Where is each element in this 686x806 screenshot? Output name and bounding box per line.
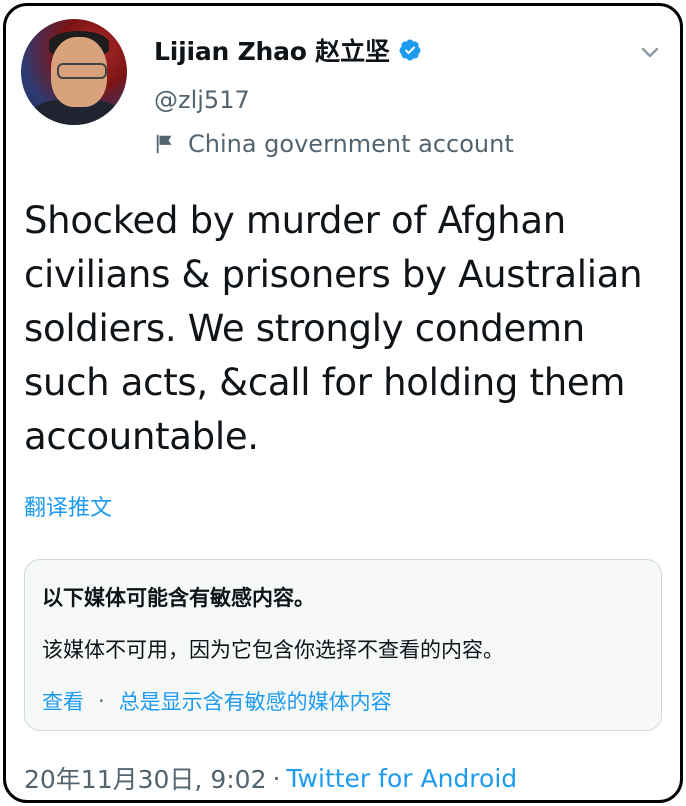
- view-media-link[interactable]: 查看: [42, 686, 84, 716]
- government-label: China government account: [154, 130, 514, 158]
- tweet-text: Shocked by murder of Afghan civilians & …: [24, 199, 643, 458]
- author-name-row[interactable]: Lijian Zhao 赵立坚: [154, 32, 422, 68]
- flag-icon: [156, 134, 172, 154]
- author-name[interactable]: Lijian Zhao 赵立坚: [154, 32, 390, 68]
- author-handle[interactable]: @zlj517: [154, 86, 250, 114]
- chevron-down-icon[interactable]: [638, 40, 662, 64]
- tweet-source-link[interactable]: Twitter for Android: [286, 764, 517, 793]
- translate-tweet-link[interactable]: 翻译推文: [24, 490, 112, 522]
- sensitive-media-title: 以下媒体可能含有敏感内容。: [42, 586, 315, 610]
- always-show-sensitive-link[interactable]: 总是显示含有敏感的媒体内容: [119, 686, 392, 716]
- separator-dot: ·: [98, 689, 105, 713]
- tweet-timestamp[interactable]: 20年11月30日, 9:02: [24, 760, 266, 796]
- verified-badge-icon: [399, 39, 421, 61]
- meta-separator: ·: [272, 763, 281, 793]
- tweet-meta: 20年11月30日, 9:02 · Twitter for Android: [24, 760, 517, 796]
- sensitive-media-notice: 以下媒体可能含有敏感内容。 该媒体不可用，因为它包含你选择不查看的内容。 查看 …: [24, 559, 662, 731]
- avatar[interactable]: [21, 19, 127, 125]
- tweet-card: Lijian Zhao 赵立坚 @zlj517 China government…: [3, 3, 683, 803]
- sensitive-media-description: 该媒体不可用，因为它包含你选择不查看的内容。: [42, 638, 504, 662]
- government-label-text: China government account: [188, 130, 514, 158]
- sensitive-media-actions: 查看 · 总是显示含有敏感的媒体内容: [42, 686, 392, 716]
